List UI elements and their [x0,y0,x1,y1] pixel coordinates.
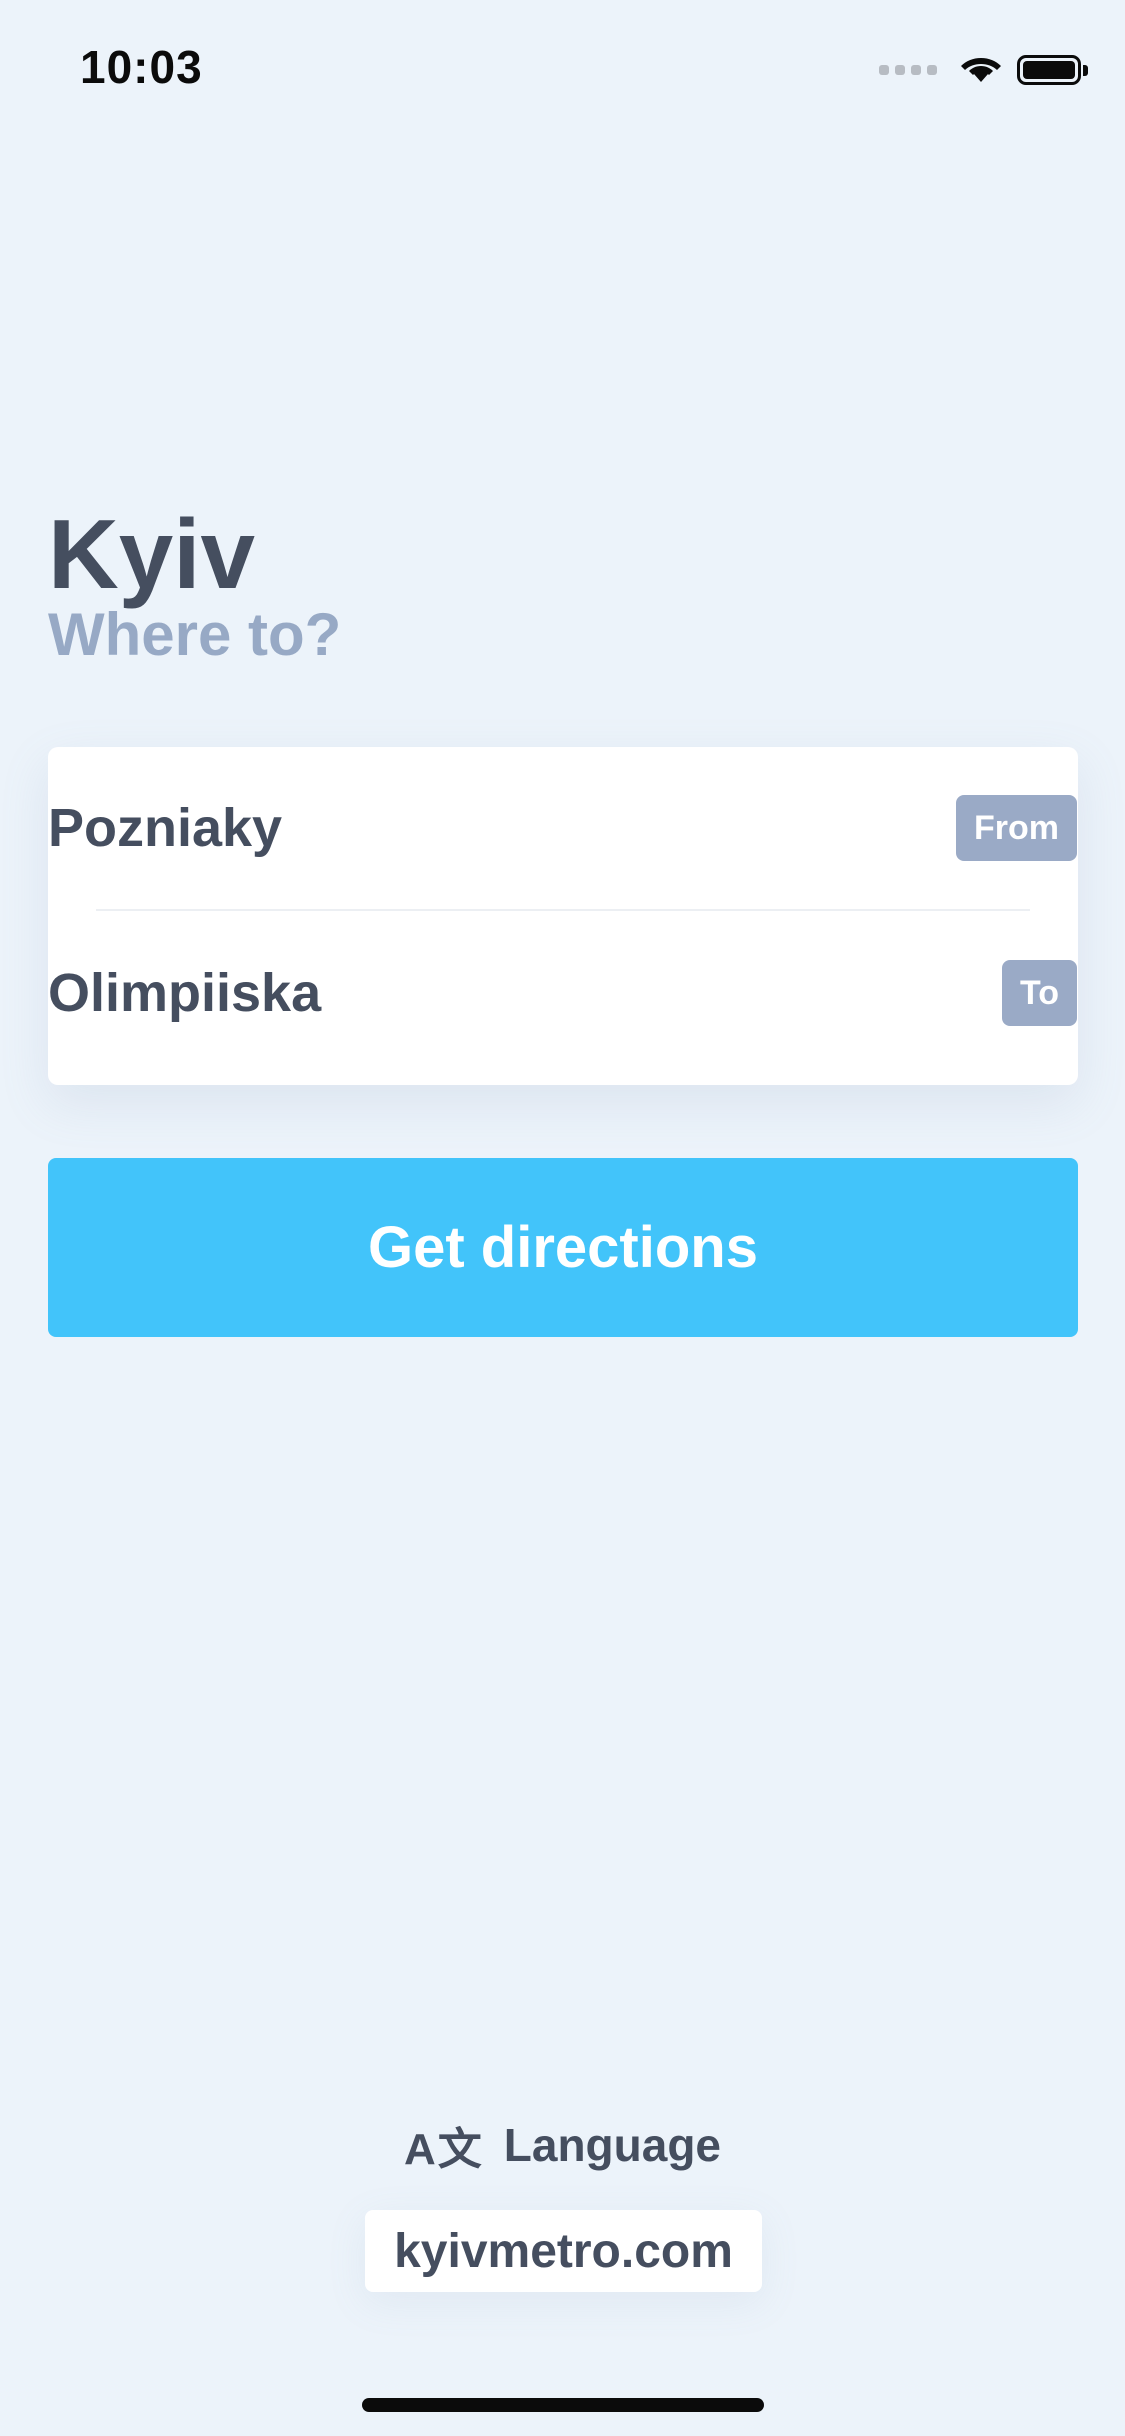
from-tag: From [956,795,1077,861]
get-directions-button[interactable]: Get directions [48,1158,1078,1337]
status-icons [879,50,1088,89]
signal-icon [879,64,937,75]
website-link[interactable]: kyivmetro.com [365,2210,762,2292]
translate-icon: A文 [403,2125,484,2174]
divider [96,909,1030,911]
page-subtitle: Where to? [48,601,342,668]
from-station-field[interactable]: Pozniaky From [48,778,1077,878]
home-indicator[interactable] [362,2398,764,2412]
status-bar: 10:03 [0,0,1125,140]
language-button[interactable]: A文 Language [0,2115,1125,2175]
to-tag: To [1001,960,1077,1026]
from-station-name: Pozniaky [48,798,283,858]
language-label: Language [503,2119,722,2171]
city-title: Kyiv [48,499,256,609]
to-station-name: Olimpiiska [48,963,322,1023]
battery-icon [1017,54,1088,85]
status-time: 10:03 [80,41,203,93]
to-station-field[interactable]: Olimpiiska To [48,943,1077,1043]
wifi-icon [959,50,1003,89]
